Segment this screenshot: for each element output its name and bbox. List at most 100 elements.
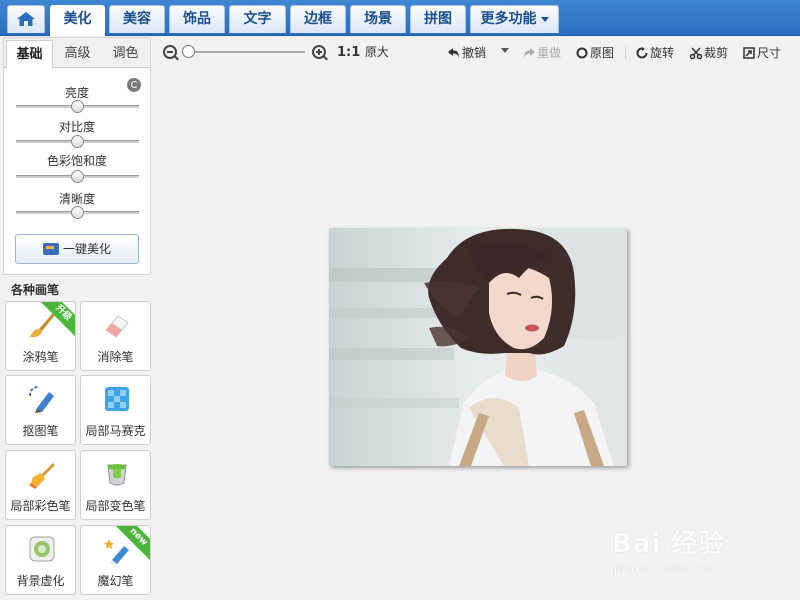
brush-label: 局部变色笔	[85, 499, 146, 513]
tab-basic[interactable]: 基础	[6, 40, 53, 69]
watermark-url: jingyan.baidu.com	[614, 562, 716, 575]
brush-cutout[interactable]: 抠图笔	[5, 375, 76, 445]
brush-label: 背景虚化	[16, 574, 65, 588]
mosaic-icon	[105, 387, 129, 411]
tab-more-features[interactable]: 更多功能	[470, 5, 559, 33]
brush-background-blur[interactable]: 背景虚化	[5, 525, 76, 595]
brush-doodle[interactable]: 升级 涂鸦笔	[5, 301, 76, 371]
brush-label: 涂鸦笔	[22, 350, 59, 364]
size-label: 尺寸	[757, 46, 782, 60]
color-brush-icon	[29, 463, 55, 489]
rotate-icon	[636, 47, 648, 59]
home-icon	[17, 12, 35, 26]
tab-label: 美容	[123, 11, 151, 27]
original-circle-icon	[576, 47, 588, 59]
home-button[interactable]	[7, 5, 45, 33]
zoom-slider-knob[interactable]	[182, 45, 195, 58]
tab-label: 饰品	[183, 11, 211, 27]
crop-label: 裁剪	[704, 46, 729, 60]
tab-border[interactable]: 边框	[290, 5, 346, 33]
brush-local-color[interactable]: 局部彩色笔	[5, 450, 76, 520]
actual-size-button[interactable]: 1:1 原大	[337, 43, 389, 60]
adjust-tabs: 基础 高级 调色	[4, 38, 150, 69]
original-size-label: 原大	[364, 45, 389, 59]
button-label: 一键美化	[62, 242, 111, 256]
redo-button[interactable]: 重做	[523, 44, 561, 61]
brush-label: 抠图笔	[22, 424, 59, 438]
tab-color-tone[interactable]: 调色	[102, 40, 149, 68]
tab-label: 调色	[112, 46, 139, 61]
crop-button[interactable]: 裁剪	[690, 44, 728, 61]
tab-label: 美化	[63, 11, 92, 27]
saturation-slider[interactable]	[16, 170, 139, 183]
brush-local-recolor[interactable]: 局部变色笔	[80, 450, 151, 520]
portrait-photo-image	[329, 228, 627, 466]
contrast-label: 对比度	[58, 120, 95, 134]
brush-label: 局部彩色笔	[10, 499, 71, 513]
slider-knob[interactable]	[71, 100, 84, 113]
zoom-slider[interactable]	[187, 51, 305, 53]
contrast-slider[interactable]	[16, 135, 139, 148]
zoom-in-icon[interactable]	[312, 45, 328, 61]
brightness-label: 亮度	[64, 86, 89, 100]
saturation-label: 色彩饱和度	[46, 154, 107, 168]
undo-label: 撤销	[462, 46, 487, 60]
tab-label: 基础	[16, 47, 43, 62]
tab-label: 文字	[243, 11, 272, 27]
redo-label: 重做	[537, 46, 562, 60]
slider-knob[interactable]	[71, 170, 84, 183]
watermark-main: Bai 经验	[612, 529, 726, 559]
brush-mosaic[interactable]: 局部马赛克	[80, 375, 151, 445]
tab-accessories[interactable]: 饰品	[169, 5, 225, 33]
brush-magic[interactable]: new 魔幻笔	[80, 525, 151, 595]
scissors-icon	[690, 47, 702, 59]
brushes-title: 各种画笔	[11, 283, 60, 297]
chevron-down-icon	[540, 16, 549, 22]
canvas-toolbar: 1:1 原大 撤销 重做 原图 旋转 裁剪 尺寸	[155, 37, 800, 67]
tab-label: 拼图	[424, 11, 452, 27]
edited-photo[interactable]	[329, 228, 627, 466]
magic-wand-icon	[42, 243, 59, 255]
clarity-label: 清晰度	[58, 192, 95, 206]
undo-history-dropdown[interactable]	[501, 43, 509, 57]
one-key-beautify-button[interactable]: 一键美化	[15, 234, 139, 264]
resize-button[interactable]: 尺寸	[743, 44, 781, 61]
toolbar-divider	[625, 46, 626, 59]
tab-label: 边框	[304, 11, 332, 27]
brush-eraser[interactable]: 消除笔	[80, 301, 151, 371]
cutout-pen-icon	[29, 386, 54, 413]
tab-scene[interactable]: 场景	[350, 5, 406, 33]
undo-button[interactable]: 撤销	[448, 44, 486, 61]
original-image-button[interactable]: 原图	[576, 44, 614, 61]
tab-beautify[interactable]: 美化	[50, 5, 105, 36]
slider-knob[interactable]	[71, 206, 84, 219]
blur-background-icon	[29, 536, 55, 562]
tab-collage[interactable]: 拼图	[410, 5, 466, 33]
tab-label: 高级	[64, 46, 91, 61]
chevron-down-icon	[501, 48, 509, 53]
brush-label: 魔幻笔	[97, 574, 134, 588]
tab-label: 更多功能	[480, 11, 537, 27]
resize-icon	[743, 47, 755, 59]
clarity-slider[interactable]	[16, 206, 139, 219]
brush-label: 局部马赛克	[85, 424, 146, 438]
baidu-jingyan-watermark: Bai 经验 jingyan.baidu.com	[612, 523, 725, 575]
brush-label: 消除笔	[97, 350, 134, 364]
zoom-out-icon[interactable]	[163, 45, 177, 59]
rotate-button[interactable]: 旋转	[636, 44, 674, 61]
undo-icon	[448, 48, 459, 58]
slider-knob[interactable]	[71, 135, 84, 148]
tab-text[interactable]: 文字	[229, 5, 286, 33]
redo-icon	[524, 48, 535, 58]
adjust-panel: 基础 高级 调色 亮度 对比度 色彩饱和度 清晰度 一键美化	[3, 37, 151, 275]
ratio-label: 1:1	[337, 45, 361, 60]
eraser-icon	[105, 315, 129, 338]
tab-beauty[interactable]: 美容	[109, 5, 165, 33]
brightness-slider[interactable]	[16, 100, 139, 113]
tab-advanced[interactable]: 高级	[54, 40, 101, 68]
rotate-label: 旋转	[650, 46, 675, 60]
tab-label: 场景	[364, 11, 392, 27]
top-nav-bar: 美化 美容 饰品 文字 边框 场景 拼图 更多功能	[0, 0, 800, 36]
original-label: 原图	[590, 46, 615, 60]
paint-bucket-icon	[107, 464, 127, 486]
